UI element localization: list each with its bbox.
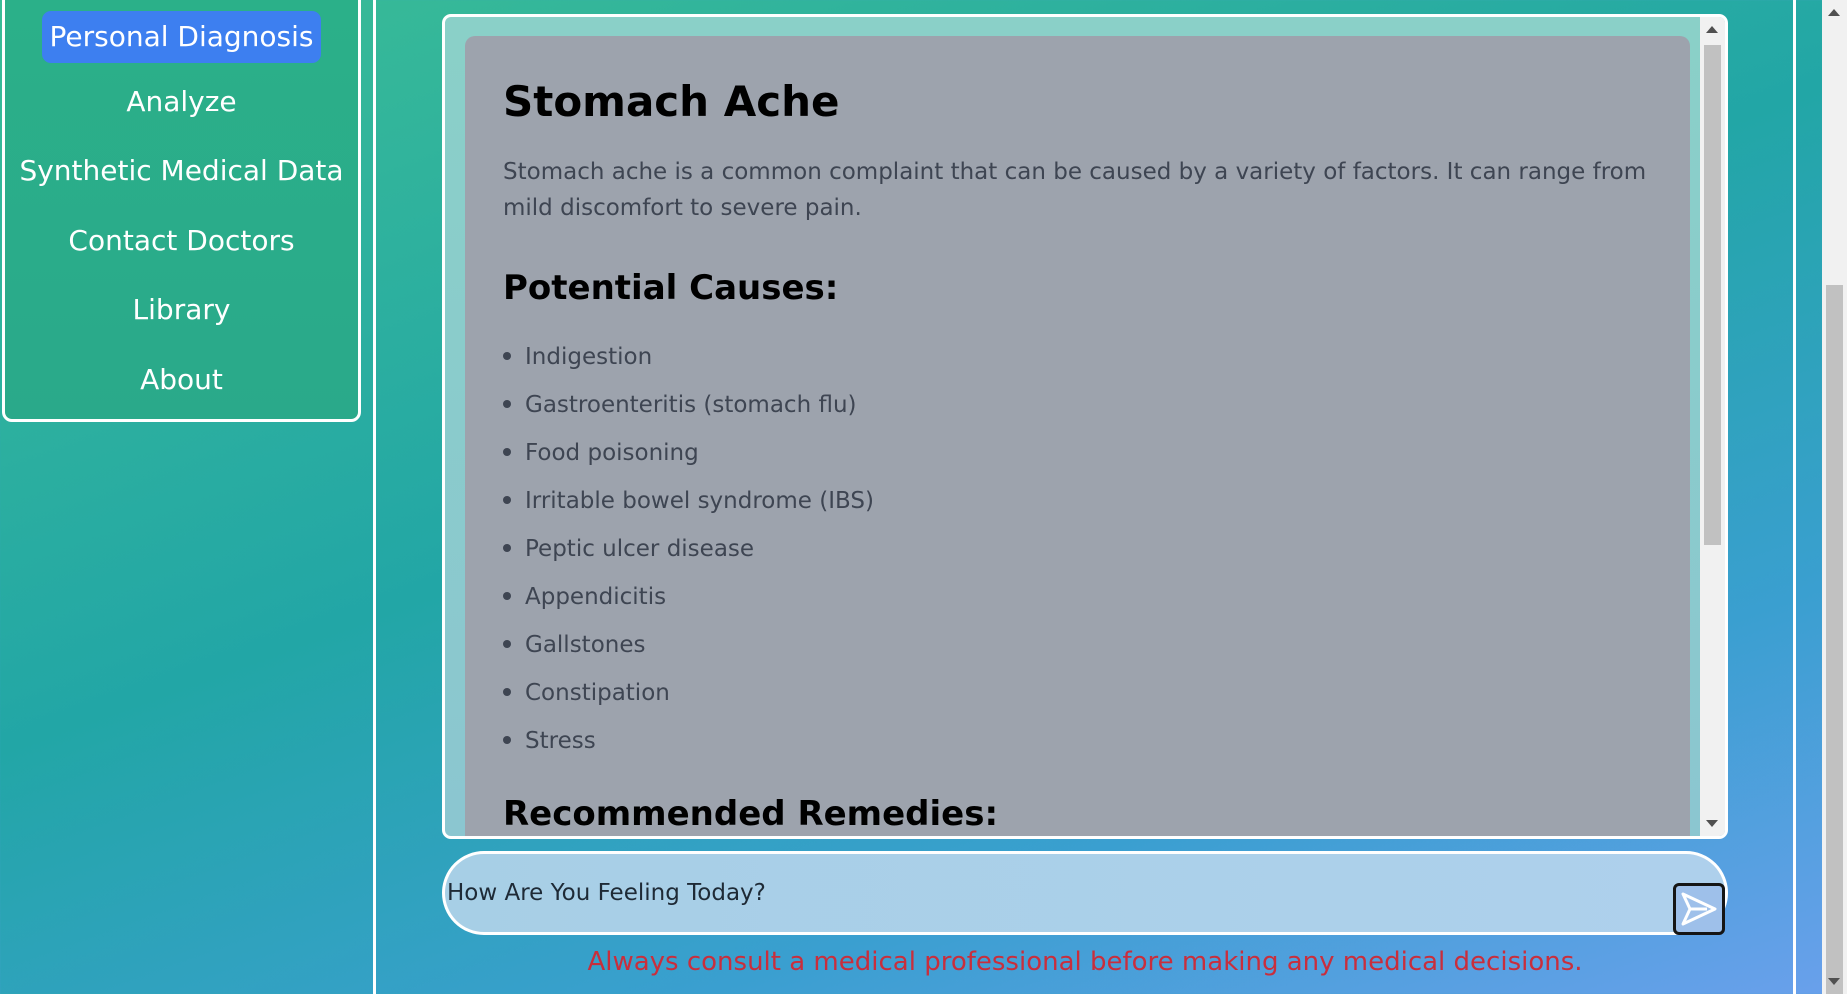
cause-label: Indigestion bbox=[525, 344, 653, 370]
nav-item-about[interactable]: About bbox=[5, 360, 358, 400]
bullet-icon bbox=[503, 639, 511, 648]
content-scroll-thumb[interactable] bbox=[1704, 45, 1721, 545]
card-title: Stomach Ache bbox=[503, 77, 840, 126]
cause-label: Gallstones bbox=[525, 632, 646, 658]
page-scroll-up-icon[interactable] bbox=[1828, 9, 1840, 16]
list-item: Constipation bbox=[503, 678, 670, 708]
page-scroll-thumb[interactable] bbox=[1826, 285, 1843, 994]
list-item: Peptic ulcer disease bbox=[503, 534, 754, 564]
nav-item-label: Contact Doctors bbox=[68, 224, 295, 257]
list-item: Indigestion bbox=[503, 342, 652, 372]
nav-item-label: Synthetic Medical Data bbox=[19, 154, 344, 187]
bullet-icon bbox=[503, 495, 511, 504]
nav-item-synthetic-medical-data[interactable]: Synthetic Medical Data bbox=[5, 151, 358, 191]
list-item: Appendicitis bbox=[503, 582, 666, 612]
list-item: Gallstones bbox=[503, 630, 645, 660]
send-button[interactable] bbox=[1673, 883, 1725, 935]
content-scrollbar[interactable] bbox=[1700, 17, 1725, 836]
bullet-icon bbox=[503, 687, 511, 696]
sidebar-nav: Personal Diagnosis Analyze Synthetic Med… bbox=[2, 0, 361, 422]
list-item: Gastroenteritis (stomach flu) bbox=[503, 390, 857, 420]
bullet-icon bbox=[503, 735, 511, 744]
card-description: Stomach ache is a common complaint that … bbox=[503, 159, 1647, 221]
nav-item-personal-diagnosis[interactable]: Personal Diagnosis bbox=[5, 11, 358, 63]
diagnosis-card: Stomach Ache Stomach ache is a common co… bbox=[465, 36, 1690, 836]
cause-label: Constipation bbox=[525, 680, 670, 706]
nav-item-contact-doctors[interactable]: Contact Doctors bbox=[5, 221, 358, 261]
cause-label: Food poisoning bbox=[525, 440, 699, 466]
diagnosis-content-frame[interactable]: Stomach Ache Stomach ache is a common co… bbox=[442, 14, 1728, 839]
nav-item-label: About bbox=[140, 363, 223, 396]
nav-item-library[interactable]: Library bbox=[5, 290, 358, 330]
symptom-input[interactable] bbox=[445, 854, 1621, 932]
list-item: Food poisoning bbox=[503, 438, 699, 468]
cause-label: Peptic ulcer disease bbox=[525, 536, 755, 562]
causes-heading: Potential Causes: bbox=[503, 268, 839, 308]
nav-item-label: Library bbox=[132, 293, 231, 326]
nav-item-analyze[interactable]: Analyze bbox=[5, 82, 358, 122]
nav-item-label: Analyze bbox=[126, 85, 237, 118]
bullet-icon bbox=[503, 351, 511, 360]
cause-label: Appendicitis bbox=[525, 584, 667, 610]
remedies-heading: Recommended Remedies: bbox=[503, 794, 999, 834]
cause-label: Gastroenteritis (stomach flu) bbox=[525, 392, 857, 418]
list-item: Stress bbox=[503, 726, 596, 756]
cause-label: Irritable bowel syndrome (IBS) bbox=[525, 488, 874, 514]
send-icon bbox=[1681, 892, 1717, 926]
page-scroll-down-icon[interactable] bbox=[1828, 978, 1840, 985]
page-scrollbar[interactable] bbox=[1822, 0, 1847, 994]
medical-disclaimer: Always consult a medical professional be… bbox=[587, 947, 1583, 977]
bullet-icon bbox=[503, 399, 511, 408]
cause-label: Stress bbox=[525, 728, 596, 754]
scroll-down-arrow-icon[interactable] bbox=[1706, 820, 1718, 827]
nav-item-label: Personal Diagnosis bbox=[42, 11, 321, 63]
bullet-icon bbox=[503, 543, 511, 552]
list-item: Irritable bowel syndrome (IBS) bbox=[503, 486, 874, 516]
bullet-icon bbox=[503, 447, 511, 456]
bullet-icon bbox=[503, 591, 511, 600]
scroll-up-arrow-icon[interactable] bbox=[1706, 26, 1718, 33]
chat-input-bar bbox=[442, 851, 1728, 935]
